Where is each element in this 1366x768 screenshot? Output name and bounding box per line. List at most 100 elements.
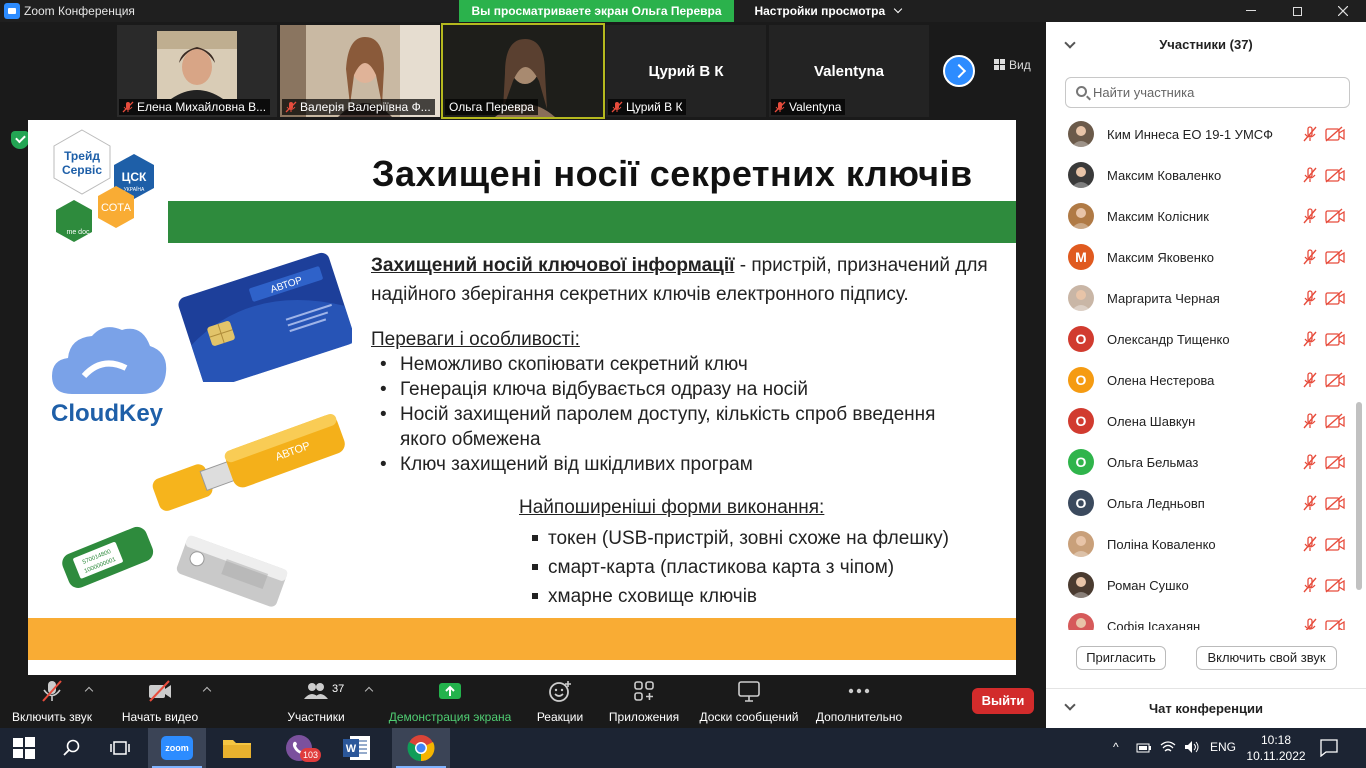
- participant-avatar: O: [1068, 449, 1094, 475]
- more-button[interactable]: Дополнительно: [812, 679, 906, 725]
- participant-name: Маргарита Черная: [1107, 291, 1220, 306]
- participants-count-badge: 37: [332, 683, 345, 695]
- taskbar-viber-app[interactable]: 103: [270, 728, 328, 768]
- participants-title: Участники (37): [1159, 37, 1253, 52]
- participant-name: Максим Коваленко: [1107, 168, 1222, 183]
- participant-row[interactable]: Софія Ісаханян: [1046, 606, 1354, 630]
- camera-off-icon: [149, 680, 171, 702]
- invite-button[interactable]: Пригласить: [1076, 646, 1166, 670]
- whiteboards-button[interactable]: Доски сообщений: [694, 679, 804, 725]
- next-page-arrow-button[interactable]: [943, 55, 975, 87]
- taskbar-word-app[interactable]: W: [328, 728, 386, 768]
- volume-icon[interactable]: [1184, 740, 1200, 754]
- participant-row[interactable]: Ким Иннеса ЕО 19-1 УМСФ: [1046, 114, 1354, 155]
- reactions-button[interactable]: Реакции: [530, 679, 590, 725]
- participant-name: Олександр Тищенко: [1107, 332, 1230, 347]
- participant-row[interactable]: O Олена Шавкун: [1046, 401, 1354, 442]
- battery-icon[interactable]: [1136, 741, 1152, 755]
- security-shield-icon[interactable]: [11, 131, 29, 149]
- apps-button[interactable]: Приложения: [604, 679, 684, 725]
- participant-name-label: Валерія Валеріївна Ф...: [282, 99, 435, 115]
- taskbar-zoom-app[interactable]: zoom: [148, 728, 206, 768]
- participant-avatar: O: [1068, 490, 1094, 516]
- view-options-button[interactable]: Настройки просмотра: [745, 0, 910, 22]
- camera-off-icon: [1325, 208, 1345, 224]
- avatar-photo: [1071, 577, 1091, 598]
- unmute-button[interactable]: Включить звук: [8, 679, 96, 725]
- minimize-button[interactable]: [1228, 0, 1274, 22]
- apps-icon: [634, 681, 654, 701]
- chat-panel-header[interactable]: Чат конференции: [1046, 688, 1366, 728]
- participant-search[interactable]: [1065, 77, 1350, 108]
- participant-row[interactable]: Максим Колісник: [1046, 196, 1354, 237]
- camera-off-icon: [1325, 577, 1345, 593]
- show-hidden-icons-caret-icon[interactable]: ^: [1113, 740, 1119, 754]
- form-item: токен (USB-пристрій, зовні схоже на флеш…: [532, 524, 949, 553]
- search-button[interactable]: [48, 728, 96, 768]
- participant-name: Ольга Бельмаз: [1107, 455, 1199, 470]
- participant-row[interactable]: Маргарита Черная: [1046, 278, 1354, 319]
- participant-name: Максим Колісник: [1107, 209, 1209, 224]
- mic-muted-icon: [611, 101, 623, 113]
- participants-panel: Участники (37) Ким Иннеса ЕО 19-1 УМСФ Ма…: [1046, 22, 1366, 728]
- participant-avatar: [1068, 613, 1094, 630]
- participant-row[interactable]: M Максим Яковенко: [1046, 237, 1354, 278]
- mic-muted-icon: [1303, 372, 1317, 388]
- video-thumbnail[interactable]: Valentyna Valentyna: [769, 25, 929, 117]
- window-title: Zoom Конференция: [24, 4, 135, 18]
- participants-panel-header: Участники (37): [1046, 22, 1366, 68]
- participant-row[interactable]: Роман Сушко: [1046, 565, 1354, 606]
- taskbar-explorer-app[interactable]: [208, 728, 266, 768]
- close-button[interactable]: [1320, 0, 1366, 22]
- avatar-photo: [1071, 126, 1091, 147]
- title-bar: Zoom Конференция Вы просматриваете экран…: [0, 0, 1366, 22]
- zoom-taskbar-icon: zoom: [161, 736, 193, 760]
- start-video-button[interactable]: Начать видео: [118, 679, 202, 725]
- feature-item: • Носій захищений паролем доступу, кількі…: [380, 404, 936, 425]
- mic-muted-icon: [1303, 536, 1317, 552]
- viber-unread-badge: 103: [300, 748, 322, 762]
- participant-row[interactable]: O Ольга Ледньовп: [1046, 483, 1354, 524]
- share-screen-button[interactable]: Демонстрация экрана: [386, 679, 514, 725]
- participant-search-input[interactable]: [1093, 82, 1343, 103]
- video-thumbnail[interactable]: Елена Михайловна В...: [117, 25, 277, 117]
- unmute-self-button[interactable]: Включить свой звук: [1196, 646, 1337, 670]
- video-thumbnail[interactable]: Цурий В К Цурий В К: [606, 25, 766, 117]
- mic-muted-icon: [1303, 167, 1317, 183]
- start-button[interactable]: [0, 728, 48, 768]
- avatar-photo: [1071, 290, 1091, 311]
- taskbar-chrome-app[interactable]: [392, 728, 450, 768]
- video-thumbnail-active-speaker[interactable]: Ольга Перевра: [441, 23, 605, 119]
- participant-avatar: [1068, 162, 1094, 188]
- participant-row[interactable]: O Ольга Бельмаз: [1046, 442, 1354, 483]
- camera-off-icon: [1325, 126, 1345, 142]
- maximize-button[interactable]: [1274, 0, 1320, 22]
- input-language-indicator[interactable]: ENG: [1210, 740, 1236, 754]
- task-view-button[interactable]: [96, 728, 144, 768]
- participant-avatar: O: [1068, 367, 1094, 393]
- system-clock[interactable]: 10:18 10.11.2022: [1246, 732, 1306, 764]
- participant-row[interactable]: Поліна Коваленко: [1046, 524, 1354, 565]
- camera-off-icon: [1325, 372, 1345, 388]
- windows-taskbar: zoom 103 W ^ ENG 10:18 10.11.2022: [0, 728, 1366, 768]
- wifi-icon[interactable]: [1160, 740, 1176, 754]
- mic-muted-icon: [1303, 290, 1317, 306]
- view-layout-button[interactable]: Вид: [994, 58, 1031, 72]
- svg-text:ЦСК: ЦСК: [122, 170, 147, 184]
- definition-line-2: надійного зберігання секретних ключів ел…: [371, 284, 909, 305]
- video-options-caret-icon[interactable]: [202, 686, 212, 696]
- participant-row[interactable]: Максим Коваленко: [1046, 155, 1354, 196]
- leave-meeting-button[interactable]: Выйти: [972, 688, 1034, 714]
- mic-muted-icon: [42, 680, 62, 702]
- svg-text:me doc: me doc: [67, 229, 90, 236]
- clock-time: 10:18: [1260, 733, 1292, 747]
- video-thumbnail[interactable]: Валерія Валеріївна Ф...: [280, 25, 440, 117]
- participant-row[interactable]: O Олена Нестерова: [1046, 360, 1354, 401]
- participant-row[interactable]: O Олександр Тищенко: [1046, 319, 1354, 360]
- participants-scrollbar[interactable]: [1356, 402, 1362, 590]
- participants-icon: [304, 683, 328, 699]
- shared-slide: Трейд Сервіс ЦСК УКРАЇНА me doc СОТА Зах…: [28, 120, 1016, 675]
- participants-options-caret-icon[interactable]: [364, 686, 374, 696]
- notifications-icon[interactable]: [1320, 739, 1338, 757]
- participant-avatar: M: [1068, 244, 1094, 270]
